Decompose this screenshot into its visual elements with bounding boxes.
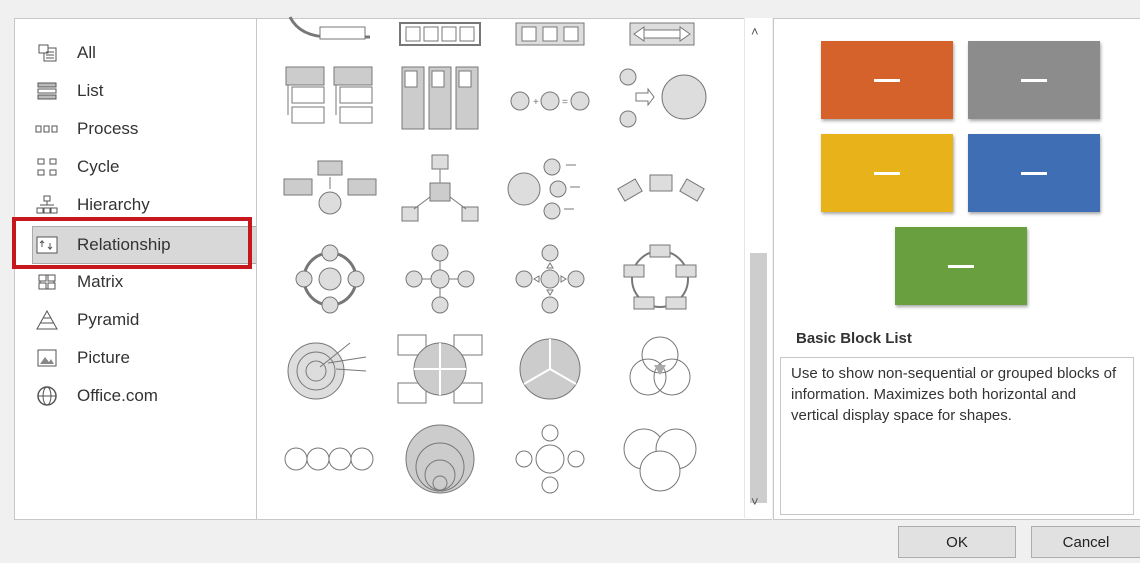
- layout-tile[interactable]: [390, 243, 490, 315]
- scroll-down-arrow[interactable]: ˅: [751, 494, 759, 509]
- preview-block: [821, 134, 953, 212]
- preview-block: [968, 41, 1100, 119]
- process-icon: [33, 117, 61, 141]
- layout-tile[interactable]: [390, 153, 490, 225]
- cycle-icon: [33, 155, 61, 179]
- category-label: List: [77, 81, 104, 100]
- layout-tile[interactable]: [500, 153, 600, 225]
- layout-tile[interactable]: [610, 333, 710, 405]
- category-cycle[interactable]: Cycle: [33, 149, 257, 185]
- layout-description: Use to show non-sequential or grouped bl…: [780, 357, 1134, 515]
- pyramid-icon: [33, 308, 61, 332]
- gallery-scrollbar[interactable]: ˄ ˅: [744, 18, 772, 518]
- globe-icon: [33, 384, 61, 408]
- layout-tile[interactable]: [280, 243, 380, 315]
- layout-title: Basic Block List: [796, 330, 912, 347]
- layout-tile[interactable]: [280, 63, 380, 135]
- layout-tile[interactable]: [610, 153, 710, 225]
- category-hierarchy[interactable]: Hierarchy: [33, 187, 257, 223]
- layout-tile[interactable]: [610, 63, 710, 135]
- category-matrix[interactable]: Matrix: [33, 264, 257, 300]
- layout-gallery: + =: [256, 16, 772, 520]
- cancel-button[interactable]: Cancel: [1031, 526, 1140, 558]
- category-label: Cycle: [77, 157, 120, 176]
- scroll-thumb[interactable]: [750, 253, 767, 503]
- category-label: Hierarchy: [77, 195, 150, 214]
- hierarchy-icon: [33, 193, 61, 217]
- layout-tile[interactable]: [280, 423, 380, 495]
- list-icon: [33, 79, 61, 103]
- layout-tile[interactable]: [610, 0, 710, 49]
- layout-tile[interactable]: [390, 63, 490, 135]
- layout-tile[interactable]: + =: [500, 63, 600, 135]
- layout-tile[interactable]: [280, 333, 380, 405]
- layout-tile[interactable]: [390, 333, 490, 405]
- picture-icon: [33, 346, 61, 370]
- layout-tile[interactable]: [610, 423, 710, 495]
- layout-tile[interactable]: [390, 0, 490, 49]
- category-label: All: [77, 43, 96, 62]
- layout-tile[interactable]: [280, 153, 380, 225]
- category-all[interactable]: All: [33, 35, 257, 71]
- category-office-com[interactable]: Office.com: [33, 378, 257, 414]
- scroll-up-arrow[interactable]: ˄: [751, 24, 759, 39]
- ok-button[interactable]: OK: [898, 526, 1016, 558]
- all-icon: [33, 41, 61, 65]
- category-list-item[interactable]: List: [33, 73, 257, 109]
- layout-tile[interactable]: [500, 423, 600, 495]
- preview-block: [968, 134, 1100, 212]
- category-relationship[interactable]: Relationship: [32, 226, 258, 264]
- layout-tile[interactable]: [280, 0, 380, 49]
- svg-text:=: =: [562, 97, 568, 108]
- preview-panel: Basic Block List Use to show non-sequent…: [773, 18, 1140, 520]
- category-label: Pyramid: [77, 310, 140, 329]
- preview-block: [821, 41, 953, 119]
- category-pyramid[interactable]: Pyramid: [33, 302, 257, 338]
- layout-tile[interactable]: [390, 423, 490, 495]
- category-label: Process: [77, 119, 139, 138]
- category-label: Matrix: [77, 272, 124, 291]
- layout-tile[interactable]: [500, 243, 600, 315]
- layout-tile[interactable]: [500, 333, 600, 405]
- category-picture[interactable]: Picture: [33, 340, 257, 376]
- category-label: Office.com: [77, 386, 158, 405]
- category-list: All List Process Cycle Hierarchy Relatio…: [14, 18, 258, 520]
- preview-block: [895, 227, 1027, 305]
- layout-tile[interactable]: [500, 0, 600, 49]
- category-label: Relationship: [77, 235, 171, 254]
- matrix-icon: [33, 270, 61, 294]
- category-label: Picture: [77, 348, 130, 367]
- layout-tile[interactable]: [610, 243, 710, 315]
- category-process[interactable]: Process: [33, 111, 257, 147]
- svg-text:+: +: [533, 97, 539, 108]
- relationship-icon: [33, 233, 61, 257]
